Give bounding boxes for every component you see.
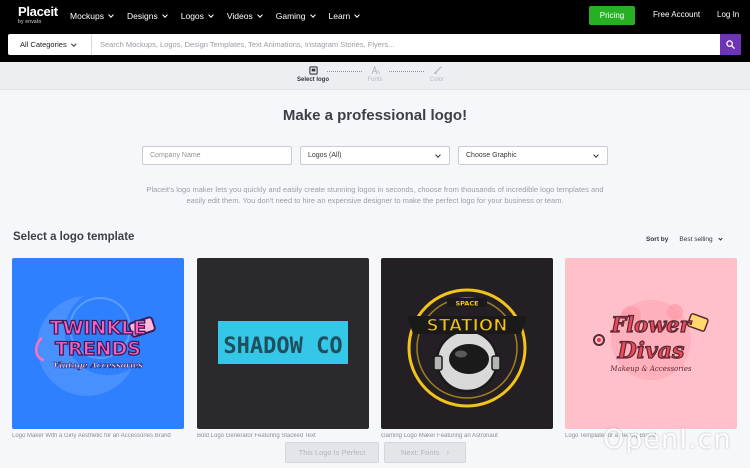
step-label: Color [429,77,445,83]
chevron-down-icon [354,12,361,18]
chevron-down-icon [108,12,114,18]
brush-icon [433,66,442,75]
nav-menu: Mockups Designs Logos Videos Gaming Lear… [70,0,373,32]
chevron-down-icon [161,12,168,18]
step-color[interactable]: Color [412,66,462,83]
step-select-logo[interactable]: Select logo [288,66,338,83]
nav-item-label: Designs [127,11,158,21]
chevron-down-icon [718,236,723,241]
template-preview-flower: Flower Divas Makeup & Accessories [565,258,737,429]
login-link[interactable]: Log In [717,10,739,19]
logo-top: SPACE [455,300,478,308]
nav-item-label: Mockups [70,11,105,21]
template-card[interactable]: Flower Divas Makeup & Accessories [565,258,737,429]
logo-line3: Vintage Accessories [53,360,143,370]
logo-line2: Divas [617,338,685,364]
chevron-right-icon: › [446,448,450,457]
chevron-down-icon [256,12,263,18]
watermark: OpenI.cn [603,424,732,455]
step-fonts[interactable]: Fonts [350,66,400,83]
template-preview-shadow: SHADOW CO [197,258,369,429]
search-icon [726,40,735,49]
graphic-select[interactable]: Choose Graphic [458,146,608,165]
nav-item-logos[interactable]: Logos [180,11,214,21]
section-title: Select a logo template [13,231,135,243]
logo-line1: SHADOW CO [223,334,342,359]
brand-sub: by envato [18,19,42,25]
company-name-field[interactable] [142,146,292,165]
sort-value: Best selling [679,236,713,243]
nav-item-label: Learn [328,11,351,21]
nav-item-label: Gaming [275,11,306,21]
nav-item-mockups[interactable]: Mockups [70,11,114,21]
logo-line2: TRENDS [55,338,141,360]
nav-item-videos[interactable]: Videos [226,11,263,21]
template-preview-station: SPACE STATION [381,258,553,429]
chevron-down-icon [208,12,214,18]
chevron-down-icon [309,12,316,18]
search-button[interactable] [720,34,741,55]
logo-line1: Flower [610,312,692,337]
next-fonts-button[interactable]: Next: Fonts › [384,442,466,463]
nav-item-learn[interactable]: Learn [328,11,361,21]
logo-icon [308,66,318,75]
pricing-button[interactable]: Pricing [589,6,635,25]
sort-control[interactable]: Sort by Best selling [646,236,723,243]
font-icon [370,66,380,75]
nav-item-gaming[interactable]: Gaming [275,11,316,21]
free-account-link[interactable]: Free Account [653,10,700,19]
company-name-input[interactable] [150,152,291,159]
next-fonts-label: Next: Fonts [400,448,440,457]
steps-bar: Select logo Fonts Color [0,62,750,90]
search-bar: All Categories [0,32,750,62]
brand-logo[interactable]: Placeit by envato [18,5,58,25]
search-wrapper: All Categories [8,34,741,55]
page-title: Make a professional logo! [282,107,468,124]
graphic-select-value: Choose Graphic [466,152,517,159]
logo-line1: STATION [427,316,508,336]
nav-item-label: Logos [180,11,204,21]
intro-text: Placeit's logo maker lets you quickly an… [146,185,604,205]
template-card[interactable]: SPACE STATION [381,258,553,429]
logos-select-value: Logos (All) [308,152,342,159]
step-label: Select logo [296,77,329,83]
sort-label: Sort by [646,236,669,243]
nav-item-label: Videos [226,11,253,21]
nav-item-designs[interactable]: Designs [127,11,168,21]
chevron-down-icon [435,152,441,158]
step-label: Fonts [367,77,383,83]
template-card[interactable]: TWINKLE TRENDS Vintage Accessories [12,258,184,429]
card-caption[interactable]: Bold Logo Generator Featuring Stacked Te… [197,433,369,439]
card-caption[interactable]: Logo Maker With a Girly Aesthetic for an… [12,433,184,439]
top-navbar: Placeit by envato Mockups Designs Logos … [0,0,750,32]
logo-line1: TWINKLE [50,317,147,339]
card-caption[interactable]: Gaming Logo Maker Featuring an Astronaut [381,433,553,439]
brand-name: Placeit [18,4,58,19]
search-input[interactable] [92,34,720,55]
category-select-label: All Categories [20,40,67,49]
logo-line3: Makeup & Accessories [609,365,692,373]
logos-select[interactable]: Logos (All) [300,146,450,165]
category-select[interactable]: All Categories [8,34,92,55]
chevron-down-icon [593,152,599,158]
chevron-down-icon [70,41,76,46]
logo-perfect-button[interactable]: This Logo Is Perfect [285,442,379,463]
template-card[interactable]: SHADOW CO [197,258,369,429]
template-preview-twinkle: TWINKLE TRENDS Vintage Accessories [12,258,184,429]
